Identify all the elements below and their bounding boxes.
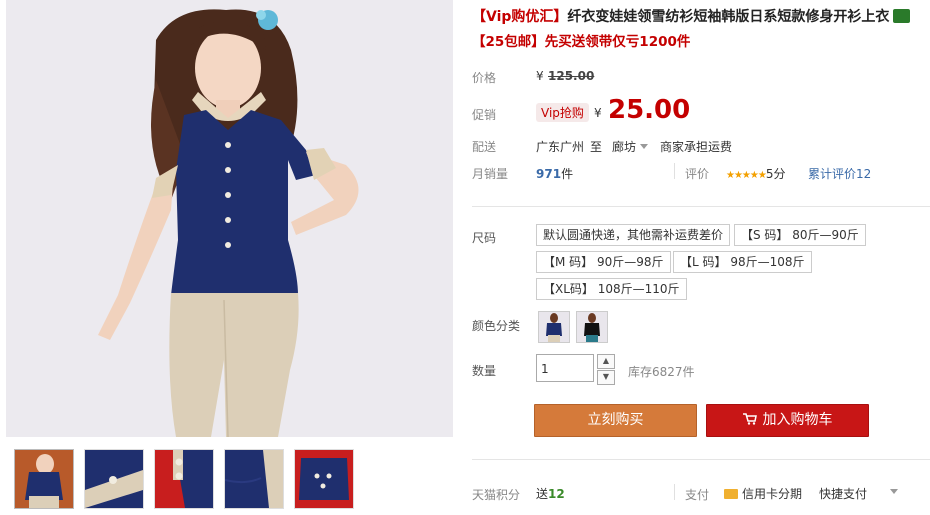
shipping-destination[interactable]: 廊坊 xyxy=(612,138,649,155)
chevron-down-icon[interactable] xyxy=(890,489,898,494)
divider xyxy=(674,163,675,179)
divider xyxy=(472,459,930,460)
divider xyxy=(472,206,930,207)
product-subtitle: 【25包邮】先买送领带仅亏1200件 xyxy=(472,30,690,50)
size-label: 尺码 xyxy=(472,231,497,245)
destination-text: 廊坊 xyxy=(612,140,637,154)
payment-label: 支付 xyxy=(685,488,710,502)
title-text: 纤衣变娃娃领雪纺衫短袖韩版日系短款修身开衫上衣 xyxy=(567,9,890,25)
shipping-from: 广东广州 xyxy=(536,140,585,154)
points-prefix: 送 xyxy=(536,487,549,501)
points-label: 天猫积分 xyxy=(472,488,521,502)
monthly-sales-label: 月销量 xyxy=(472,167,509,181)
tmall-badge-icon xyxy=(893,9,911,23)
sales-count: 971 xyxy=(536,167,562,181)
vip-badge: Vip抢购 xyxy=(536,103,589,122)
yen-symbol: ¥ xyxy=(536,69,544,83)
thumbnail-2[interactable] xyxy=(84,449,144,509)
credit-installment[interactable]: 信用卡分期 xyxy=(724,485,802,502)
size-option-xl[interactable]: 【XL码】 108斤—110斤 xyxy=(536,278,687,300)
reviews-link[interactable]: 累计评价12 xyxy=(808,165,871,182)
stock-text: 库存6827件 xyxy=(628,365,695,379)
size-option-l[interactable]: 【L 码】 98斤—108斤 xyxy=(673,251,812,273)
chevron-down-icon xyxy=(640,144,649,149)
credit-label: 信用卡分期 xyxy=(742,487,803,501)
quantity-increase-button[interactable]: ▲ xyxy=(597,354,615,369)
subtitle-text: 先买送领带仅亏1200件 xyxy=(544,34,691,50)
quantity-input[interactable]: 1 xyxy=(536,354,594,382)
monthly-sales: 971件 xyxy=(536,165,573,182)
main-product-image[interactable] xyxy=(6,0,453,437)
sales-unit: 件 xyxy=(561,167,574,181)
quantity-decrease-button[interactable]: ▼ xyxy=(597,370,615,385)
divider xyxy=(674,484,675,500)
thumbnail-5[interactable] xyxy=(294,449,354,509)
buy-now-button[interactable]: 立刻购买 xyxy=(534,404,697,437)
promo-label: 促销 xyxy=(472,108,497,122)
quick-pay-label: 快捷支付 xyxy=(819,487,868,501)
rating: ★★★★★5分 xyxy=(726,165,785,182)
size-option-s[interactable]: 【S 码】 80斤—90斤 xyxy=(734,224,866,246)
rating-score: 5分 xyxy=(765,167,786,181)
quantity-label: 数量 xyxy=(472,364,497,378)
color-swatch-1[interactable] xyxy=(538,311,570,343)
shipping-to-word: 至 xyxy=(590,140,603,154)
promo-yen-symbol: ¥ xyxy=(594,106,602,120)
points-value: 送12 xyxy=(536,485,565,502)
cart-icon xyxy=(742,413,757,425)
thumbnail-1[interactable] xyxy=(14,449,74,509)
color-swatch-2[interactable] xyxy=(576,311,608,343)
subtitle-tag: 【25包邮】 xyxy=(472,34,545,50)
original-price: 125.00 xyxy=(548,69,595,83)
model-photo xyxy=(6,0,453,437)
size-option-m[interactable]: 【M 码】 90斤—98斤 xyxy=(536,251,671,273)
add-to-cart-button[interactable]: 加入购物车 xyxy=(706,404,869,437)
product-title: 【Vip购优汇】纤衣变娃娃领雪纺衫短袖韩版日系短款修身开衫上衣 xyxy=(472,6,930,26)
shipping-fee: 商家承担运费 xyxy=(660,140,733,154)
price-label: 价格 xyxy=(472,71,497,85)
color-label: 颜色分类 xyxy=(472,319,521,333)
points-number: 12 xyxy=(548,487,565,501)
thumbnail-strip xyxy=(14,449,364,509)
shipping-label: 配送 xyxy=(472,140,497,154)
add-to-cart-label: 加入购物车 xyxy=(762,412,833,428)
quick-pay[interactable]: 快捷支付 xyxy=(819,485,867,502)
thumbnail-4[interactable] xyxy=(224,449,284,509)
size-option-default[interactable]: 默认圆通快递，其他需补运费差价 xyxy=(536,224,731,246)
credit-card-icon xyxy=(724,489,738,499)
rating-label: 评价 xyxy=(685,167,710,181)
star-rating-icon: ★★★★★ xyxy=(726,170,767,181)
title-tag: 【Vip购优汇】 xyxy=(472,9,568,25)
thumbnail-3[interactable] xyxy=(154,449,214,509)
promo-price: 25.00 xyxy=(608,95,691,125)
